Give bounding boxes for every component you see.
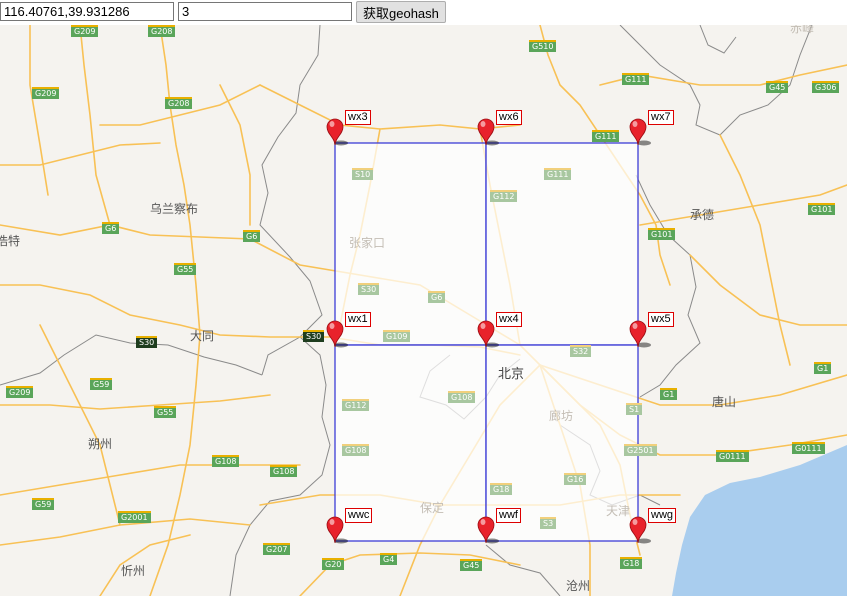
road-shield: G510 xyxy=(529,40,557,52)
get-geohash-button[interactable]: 获取geohash xyxy=(356,1,446,23)
road-shield: G108 xyxy=(448,391,476,403)
city-label: 沧州 xyxy=(566,579,591,593)
road-shield: G209 xyxy=(71,25,99,37)
road-shield: G208 xyxy=(165,97,193,109)
geohash-label: wwg xyxy=(648,508,677,523)
road-shield: G45 xyxy=(766,81,789,93)
road-shield: G18 xyxy=(620,557,643,569)
road-shield: G6 xyxy=(102,222,120,234)
road-shield: G6 xyxy=(243,230,261,242)
road-shield: G108 xyxy=(342,444,370,456)
city-label: 忻州 xyxy=(121,564,146,578)
city-label: 赤峰 xyxy=(790,25,815,35)
road-shield: G108 xyxy=(212,455,240,467)
road-shield: G208 xyxy=(148,25,176,37)
road-shield: G18 xyxy=(490,483,513,495)
road-shield: G112 xyxy=(342,399,370,411)
road-shield: G306 xyxy=(812,81,840,93)
road-shield: G55 xyxy=(154,406,177,418)
road-shield: G55 xyxy=(174,263,197,275)
road-shield: S30 xyxy=(303,330,325,342)
road-shield: G1 xyxy=(814,362,832,374)
city-label: 保定 xyxy=(420,501,445,515)
road-shield: S30 xyxy=(358,283,380,295)
road-shield: G4 xyxy=(380,553,398,565)
road-shield: G101 xyxy=(648,228,676,240)
city-label: 张家口 xyxy=(349,236,386,250)
map-view[interactable]: wx3 wx6 wx7 wx1 wx4 wx5 wwc wwf wwg 乌兰察布浩特 张家口大同 承德… xyxy=(0,25,847,596)
road-shield: G2501 xyxy=(624,444,657,456)
city-label: 浩特 xyxy=(0,234,21,248)
road-shield: G109 xyxy=(383,330,411,342)
road-shield: G6 xyxy=(428,291,446,303)
city-label: 承德 xyxy=(690,208,715,222)
precision-input[interactable] xyxy=(178,2,352,21)
city-label: 天津 xyxy=(606,504,631,518)
road-shield: S32 xyxy=(570,345,592,357)
road-shield: S3 xyxy=(540,517,557,529)
road-shield: G1 xyxy=(660,388,678,400)
city-label: 北京 xyxy=(498,367,525,382)
road-shield: G112 xyxy=(490,190,518,202)
geohash-label: wx7 xyxy=(648,110,674,125)
road-shield: G209 xyxy=(32,87,60,99)
road-shield: S10 xyxy=(352,168,374,180)
geohash-label: wx4 xyxy=(496,312,522,327)
road-shield: S30 xyxy=(136,336,158,348)
road-shield: G108 xyxy=(270,465,298,477)
road-shield: G2001 xyxy=(118,511,151,523)
geohash-label: wx6 xyxy=(496,110,522,125)
geohash-label: wwc xyxy=(345,508,373,523)
road-shield: G59 xyxy=(32,498,55,510)
geohash-label: wx3 xyxy=(345,110,371,125)
road-shield: G111 xyxy=(592,130,620,142)
coordinate-input[interactable] xyxy=(0,2,174,21)
city-label: 廊坊 xyxy=(549,409,574,423)
geohash-label: wx1 xyxy=(345,312,371,327)
road-shield: G45 xyxy=(460,559,483,571)
road-shield: G111 xyxy=(544,168,572,180)
toolbar: 获取geohash xyxy=(0,0,847,25)
geohash-label: wx5 xyxy=(648,312,674,327)
city-label: 乌兰察布 xyxy=(150,202,199,216)
road-shield: G20 xyxy=(322,558,345,570)
road-shield: G59 xyxy=(90,378,113,390)
road-shield: G209 xyxy=(6,386,34,398)
city-label: 朔州 xyxy=(88,437,113,451)
road-shield: G111 xyxy=(622,73,650,85)
city-label: 大同 xyxy=(190,329,215,343)
city-label: 唐山 xyxy=(712,395,737,409)
road-shield: G16 xyxy=(564,473,587,485)
road-shield: G0111 xyxy=(792,442,825,454)
road-shield: G207 xyxy=(263,543,291,555)
geohash-label: wwf xyxy=(496,508,521,523)
road-shield: S1 xyxy=(626,403,643,415)
road-shield: G0111 xyxy=(716,450,749,462)
road-shield: G101 xyxy=(808,203,836,215)
